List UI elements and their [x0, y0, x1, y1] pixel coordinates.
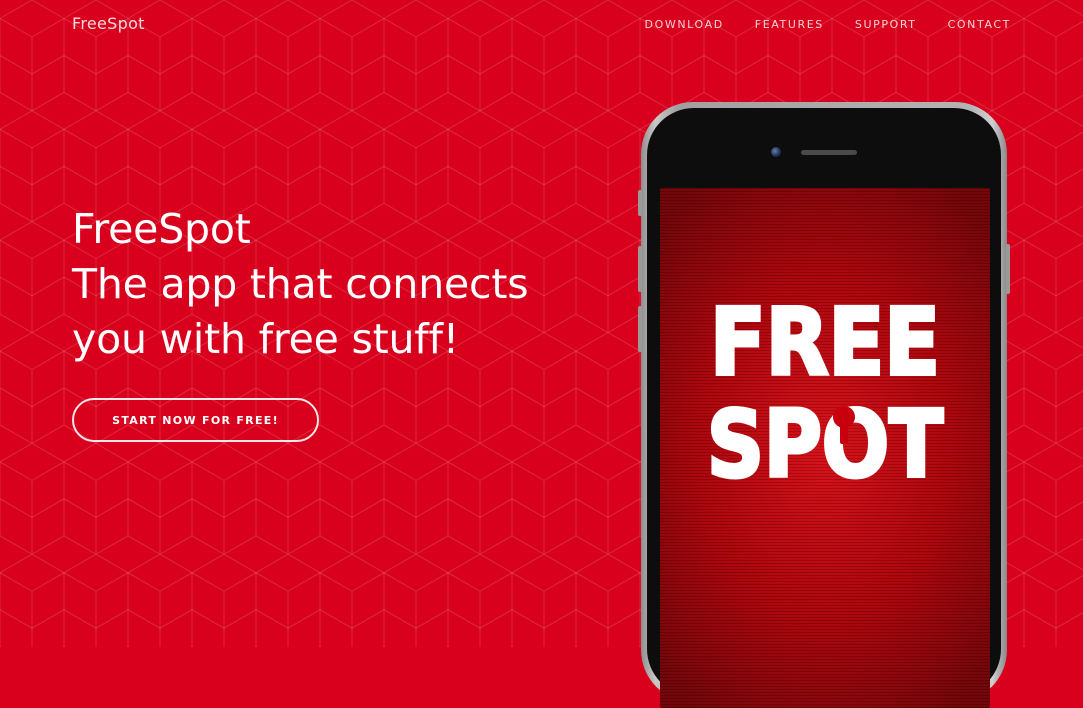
- logo-text-spot: SPOT: [707, 391, 943, 498]
- speaker-grille-icon: [801, 150, 857, 155]
- phone-volume-up-button: [638, 246, 642, 292]
- nav-support[interactable]: SUPPORT: [855, 18, 917, 31]
- hero-title-line-2: The app that connects: [72, 260, 529, 308]
- phone-power-button: [1006, 244, 1010, 294]
- freespot-app-logo: FREE SPOT: [705, 287, 945, 500]
- hero-heading: FreeSpot The app that connects you with …: [72, 202, 632, 367]
- hero-title-line-3: you with free stuff!: [72, 315, 459, 363]
- hero-title-line-1: FreeSpot: [72, 205, 251, 253]
- nav-features[interactable]: FEATURES: [755, 18, 824, 31]
- camera-icon: [771, 147, 781, 157]
- top-navigation: DOWNLOAD FEATURES SUPPORT CONTACT: [645, 18, 1011, 31]
- phone-volume-down-button: [638, 306, 642, 352]
- logo-text-free: FREE: [710, 289, 940, 396]
- hero-section: FreeSpot The app that connects you with …: [72, 202, 632, 367]
- phone-screen: FREE SPOT: [660, 188, 990, 708]
- phone-mockup: FREE SPOT: [638, 102, 1010, 708]
- nav-download[interactable]: DOWNLOAD: [645, 18, 724, 31]
- start-now-button[interactable]: START NOW FOR FREE!: [72, 398, 319, 442]
- nav-contact[interactable]: CONTACT: [948, 18, 1011, 31]
- phone-body: FREE SPOT: [647, 108, 1001, 708]
- phone-silent-switch: [638, 190, 642, 216]
- brand-logo-link[interactable]: FreeSpot: [72, 14, 145, 33]
